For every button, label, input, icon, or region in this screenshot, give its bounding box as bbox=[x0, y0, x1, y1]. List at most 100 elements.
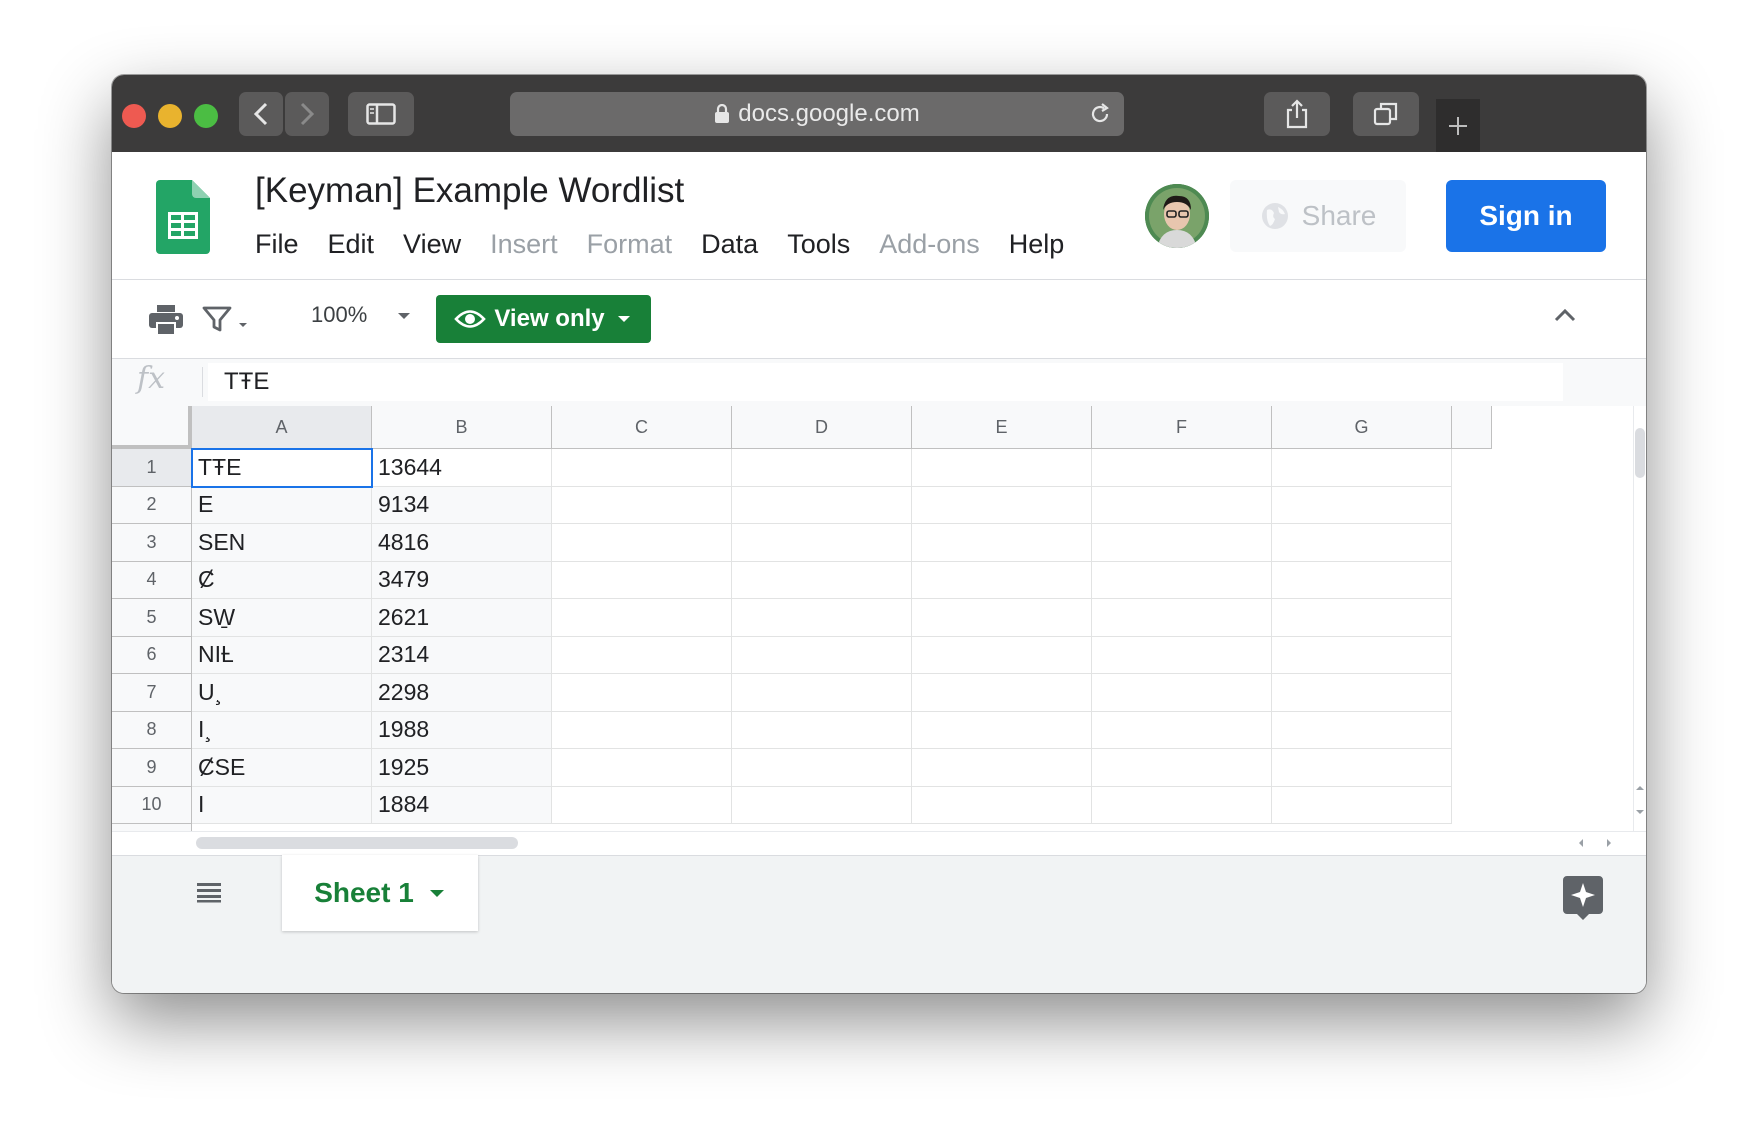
row-header[interactable]: 7 bbox=[112, 674, 192, 712]
tabs-overview-button[interactable] bbox=[1353, 92, 1419, 136]
column-header-b[interactable]: B bbox=[372, 406, 552, 449]
cell-e1[interactable] bbox=[912, 449, 1092, 487]
row-header[interactable]: 5 bbox=[112, 599, 192, 637]
cell-a8[interactable]: I¸ bbox=[192, 711, 372, 749]
menu-view[interactable]: View bbox=[403, 229, 461, 260]
cell-e9[interactable] bbox=[912, 749, 1092, 787]
cell-a2[interactable]: E bbox=[192, 486, 372, 524]
cell-e5[interactable] bbox=[912, 599, 1092, 637]
cell-f5[interactable] bbox=[1092, 599, 1272, 637]
column-header-d[interactable]: D bbox=[732, 406, 912, 449]
tab-sheet-1[interactable]: Sheet 1 bbox=[282, 855, 478, 931]
cell-b5[interactable]: 2621 bbox=[372, 599, 552, 637]
scroll-left-button[interactable] bbox=[1568, 833, 1594, 853]
view-only-button[interactable]: View only bbox=[436, 295, 651, 343]
filter-button[interactable] bbox=[202, 305, 250, 333]
scroll-right-button[interactable] bbox=[1596, 833, 1622, 853]
cell-a3[interactable]: SEN bbox=[192, 524, 372, 562]
forward-button[interactable] bbox=[285, 92, 329, 136]
menu-file[interactable]: File bbox=[255, 229, 299, 260]
minimize-window-button[interactable] bbox=[158, 104, 182, 128]
cell-b1[interactable]: 13644 bbox=[372, 449, 552, 487]
sheets-logo-icon[interactable] bbox=[156, 180, 210, 259]
select-all-corner[interactable] bbox=[112, 406, 192, 449]
new-tab-button[interactable] bbox=[1436, 99, 1480, 152]
cell-a5[interactable]: SW̱ bbox=[192, 599, 372, 637]
address-bar[interactable]: docs.google.com bbox=[510, 92, 1124, 136]
maximize-window-button[interactable] bbox=[194, 104, 218, 128]
cell-d10[interactable] bbox=[732, 786, 912, 824]
cell-g3[interactable] bbox=[1272, 524, 1452, 562]
cell-g7[interactable] bbox=[1272, 674, 1452, 712]
row-header[interactable]: 2 bbox=[112, 486, 192, 524]
cell-d2[interactable] bbox=[732, 486, 912, 524]
all-sheets-button[interactable] bbox=[196, 881, 222, 903]
cell-d5[interactable] bbox=[732, 599, 912, 637]
close-window-button[interactable] bbox=[122, 104, 146, 128]
cell-e7[interactable] bbox=[912, 674, 1092, 712]
cell-g10[interactable] bbox=[1272, 786, 1452, 824]
cell-g6[interactable] bbox=[1272, 636, 1452, 674]
cell-e4[interactable] bbox=[912, 561, 1092, 599]
row-header[interactable]: 9 bbox=[112, 749, 192, 787]
cell-c4[interactable] bbox=[552, 561, 732, 599]
cell-b3[interactable]: 4816 bbox=[372, 524, 552, 562]
collapse-toolbar-button[interactable] bbox=[1553, 307, 1577, 323]
cell-a4[interactable]: Ȼ bbox=[192, 561, 372, 599]
cell-e2[interactable] bbox=[912, 486, 1092, 524]
cell-e6[interactable] bbox=[912, 636, 1092, 674]
cell-f3[interactable] bbox=[1092, 524, 1272, 562]
cell-b7[interactable]: 2298 bbox=[372, 674, 552, 712]
column-header-a[interactable]: A bbox=[192, 406, 372, 449]
cell-e10[interactable] bbox=[912, 786, 1092, 824]
cell-a7[interactable]: U¸ bbox=[192, 674, 372, 712]
horizontal-scroll-thumb[interactable] bbox=[196, 837, 518, 849]
share-button[interactable]: Share bbox=[1230, 180, 1406, 252]
cell-c2[interactable] bbox=[552, 486, 732, 524]
cell-c3[interactable] bbox=[552, 524, 732, 562]
cell-c1[interactable] bbox=[552, 449, 732, 487]
cell-c6[interactable] bbox=[552, 636, 732, 674]
row-header[interactable]: 8 bbox=[112, 711, 192, 749]
row-header[interactable]: 10 bbox=[112, 786, 192, 824]
sign-in-button[interactable]: Sign in bbox=[1446, 180, 1606, 252]
menu-edit[interactable]: Edit bbox=[328, 229, 375, 260]
cell-b8[interactable]: 1988 bbox=[372, 711, 552, 749]
print-button[interactable] bbox=[148, 304, 184, 336]
avatar[interactable] bbox=[1145, 184, 1209, 248]
cell-f6[interactable] bbox=[1092, 636, 1272, 674]
cell-a1[interactable]: TŦE bbox=[192, 449, 372, 487]
cell-g5[interactable] bbox=[1272, 599, 1452, 637]
cell-c8[interactable] bbox=[552, 711, 732, 749]
menu-data[interactable]: Data bbox=[701, 229, 758, 260]
vertical-scroll-thumb[interactable] bbox=[1635, 428, 1645, 478]
cell-g1[interactable] bbox=[1272, 449, 1452, 487]
back-button[interactable] bbox=[239, 92, 283, 136]
scroll-down-button[interactable] bbox=[1633, 801, 1646, 823]
cell-g9[interactable] bbox=[1272, 749, 1452, 787]
cell-f4[interactable] bbox=[1092, 561, 1272, 599]
row-header[interactable]: 4 bbox=[112, 561, 192, 599]
cell-b4[interactable]: 3479 bbox=[372, 561, 552, 599]
cell-b2[interactable]: 9134 bbox=[372, 486, 552, 524]
cell-e8[interactable] bbox=[912, 711, 1092, 749]
cell-f9[interactable] bbox=[1092, 749, 1272, 787]
menu-help[interactable]: Help bbox=[1009, 229, 1065, 260]
cell-e3[interactable] bbox=[912, 524, 1092, 562]
cell-b9[interactable]: 1925 bbox=[372, 749, 552, 787]
cell-d1[interactable] bbox=[732, 449, 912, 487]
cell-f1[interactable] bbox=[1092, 449, 1272, 487]
cell-c9[interactable] bbox=[552, 749, 732, 787]
column-header-f[interactable]: F bbox=[1092, 406, 1272, 449]
cell-g2[interactable] bbox=[1272, 486, 1452, 524]
scroll-up-button[interactable] bbox=[1633, 777, 1646, 799]
menu-tools[interactable]: Tools bbox=[787, 229, 850, 260]
row-header[interactable]: 3 bbox=[112, 524, 192, 562]
share-page-button[interactable] bbox=[1264, 92, 1330, 136]
cell-b10[interactable]: 1884 bbox=[372, 786, 552, 824]
cell-c5[interactable] bbox=[552, 599, 732, 637]
cell-a10[interactable]: I bbox=[192, 786, 372, 824]
row-header[interactable]: 1 bbox=[112, 449, 192, 487]
cell-g8[interactable] bbox=[1272, 711, 1452, 749]
formula-input[interactable] bbox=[208, 363, 1563, 401]
